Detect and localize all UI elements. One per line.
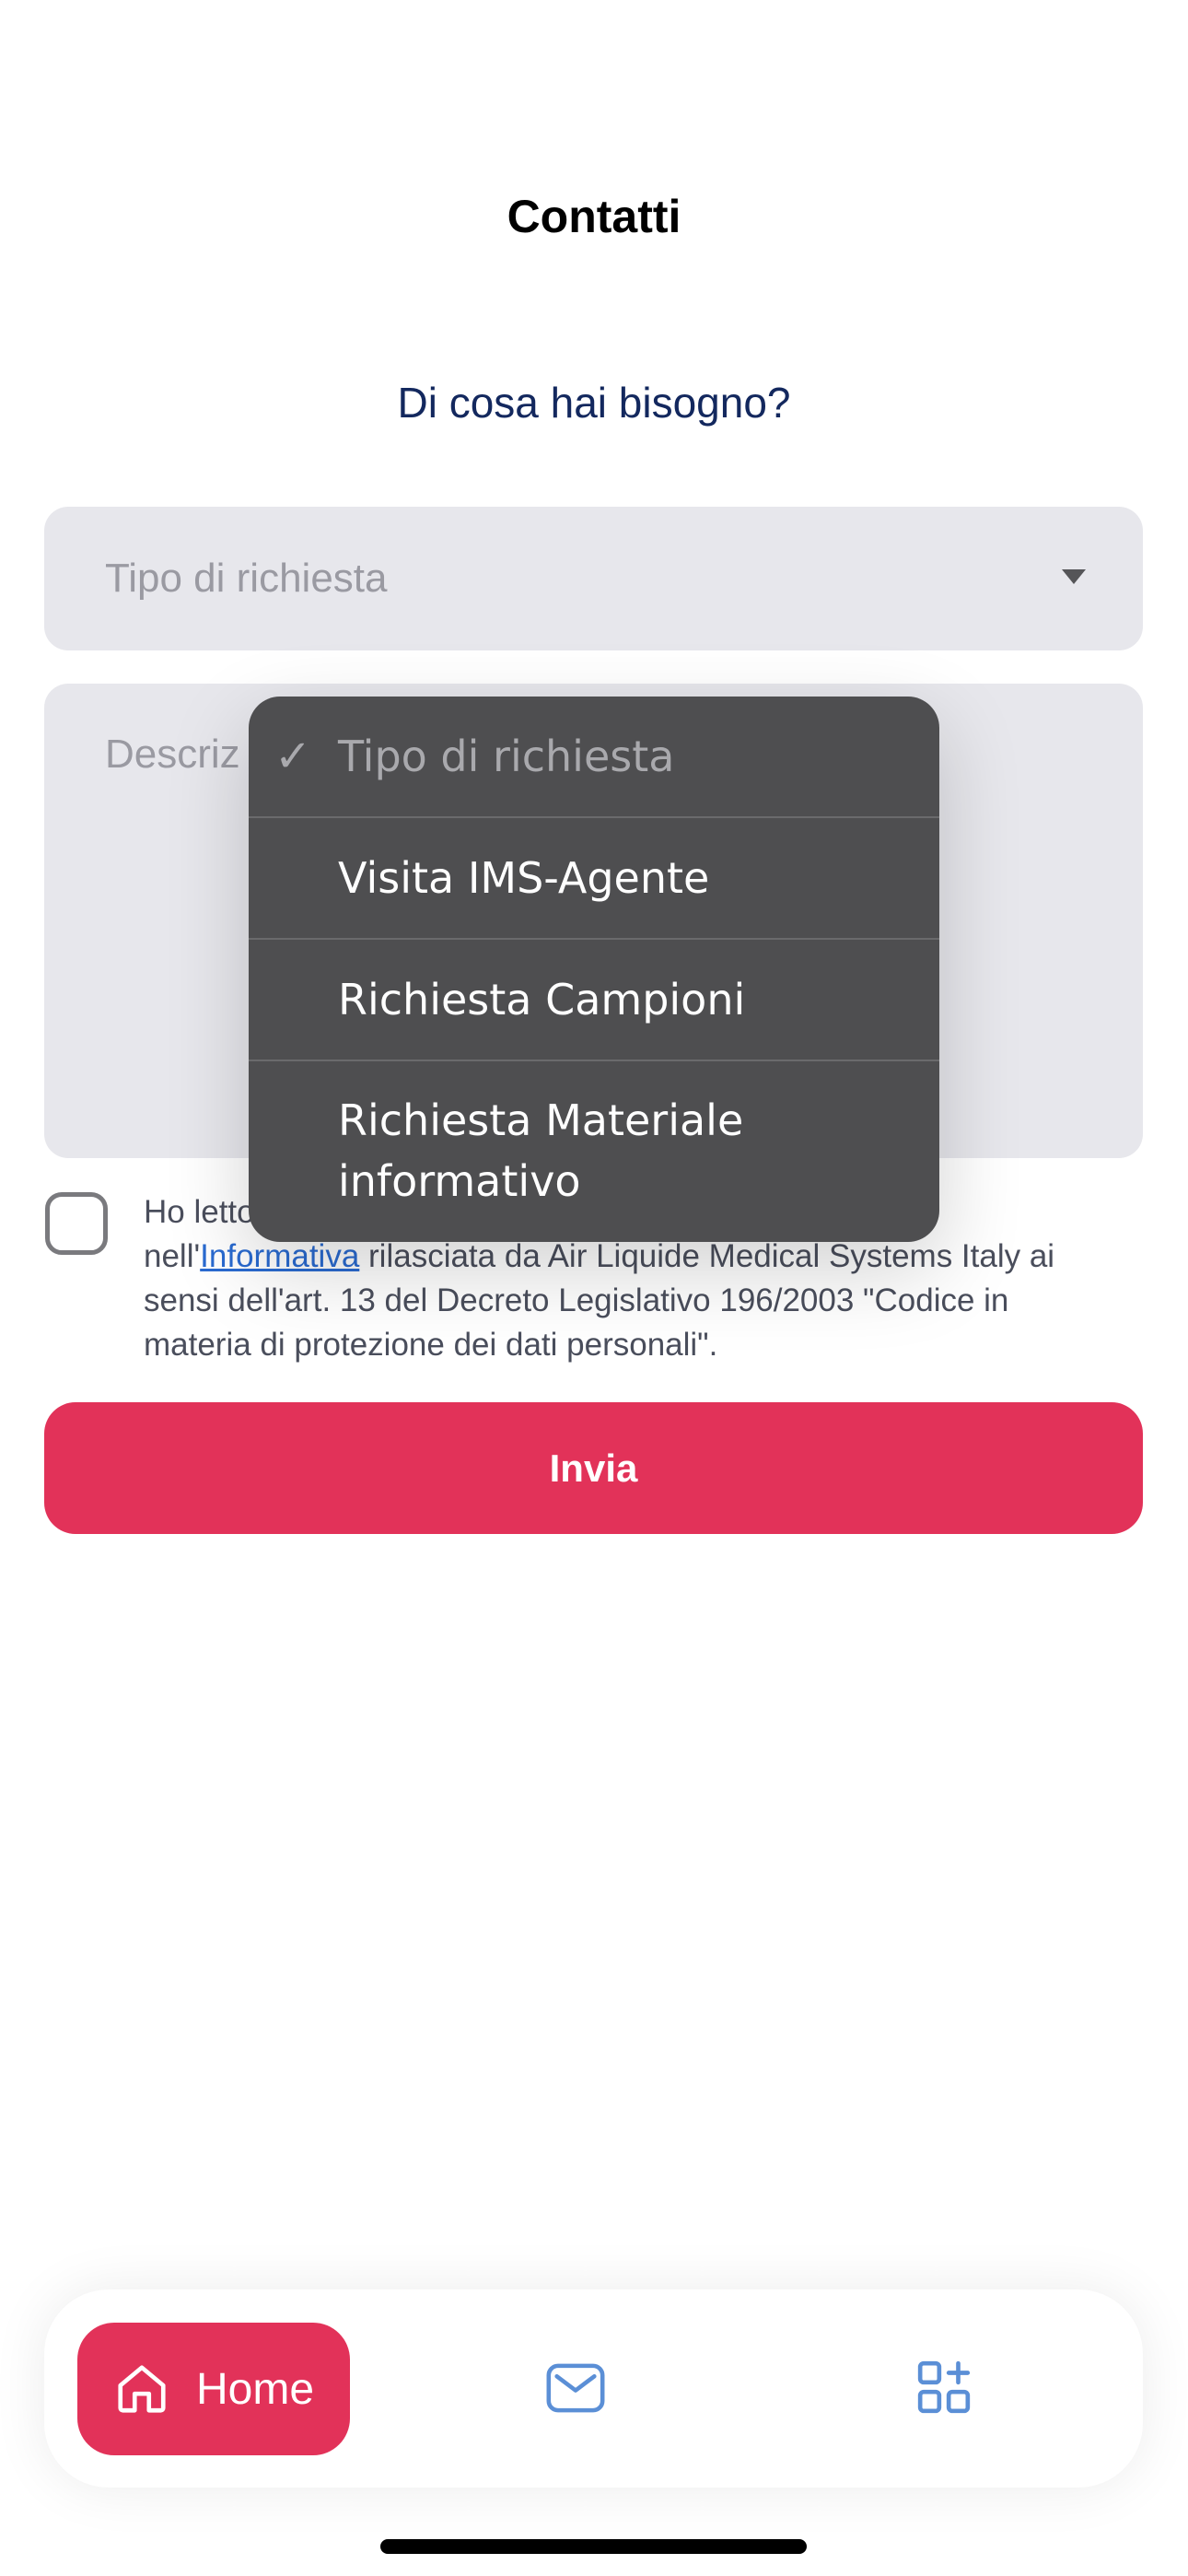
dropdown-option-label: Tipo di richiesta — [338, 732, 675, 781]
dropdown-option-richiesta-campioni[interactable]: Richiesta Campioni — [249, 940, 939, 1061]
consent-text-prefix: nell' — [144, 1238, 201, 1274]
nav-home-button[interactable]: Home — [77, 2323, 350, 2455]
dropdown-option-label: Visita IMS-Agente — [338, 853, 710, 903]
nav-home-label: Home — [195, 2364, 315, 2414]
request-type-placeholder: Tipo di richiesta — [105, 556, 388, 601]
mail-icon — [546, 2363, 605, 2413]
dropdown-option-visita-ims-agente[interactable]: Visita IMS-Agente — [249, 818, 939, 940]
caret-down-icon — [1062, 569, 1086, 584]
form-subtitle: Di cosa hai bisogno? — [397, 379, 791, 427]
request-type-dropdown: ✓ Tipo di richiesta Visita IMS-Agente Ri… — [249, 697, 939, 1242]
description-placeholder: Descriz — [105, 732, 240, 777]
informativa-link[interactable]: Informativa — [200, 1238, 359, 1274]
request-type-select[interactable]: Tipo di richiesta — [44, 507, 1143, 650]
nav-apps-button[interactable] — [907, 2350, 981, 2424]
checkmark-icon: ✓ — [274, 731, 312, 782]
nav-messages-button[interactable] — [537, 2349, 614, 2427]
dropdown-option-tipo-di-richiesta[interactable]: ✓ Tipo di richiesta — [249, 697, 939, 818]
apps-add-icon — [917, 2360, 971, 2414]
bottom-navigation-bar: Home — [44, 2289, 1143, 2488]
page-title: Contatti — [507, 191, 681, 242]
dropdown-option-richiesta-materiale-informativo[interactable]: Richiesta Materiale informativo — [249, 1061, 939, 1240]
home-indicator — [380, 2539, 807, 2554]
privacy-consent-checkbox[interactable] — [45, 1192, 108, 1255]
dropdown-option-label: Richiesta Materiale informativo — [338, 1095, 744, 1206]
consent-text-start: Ho letto — [144, 1194, 255, 1230]
submit-button[interactable]: Invia — [44, 1402, 1143, 1534]
home-icon — [118, 2365, 166, 2413]
dropdown-option-label: Richiesta Campioni — [338, 975, 746, 1025]
